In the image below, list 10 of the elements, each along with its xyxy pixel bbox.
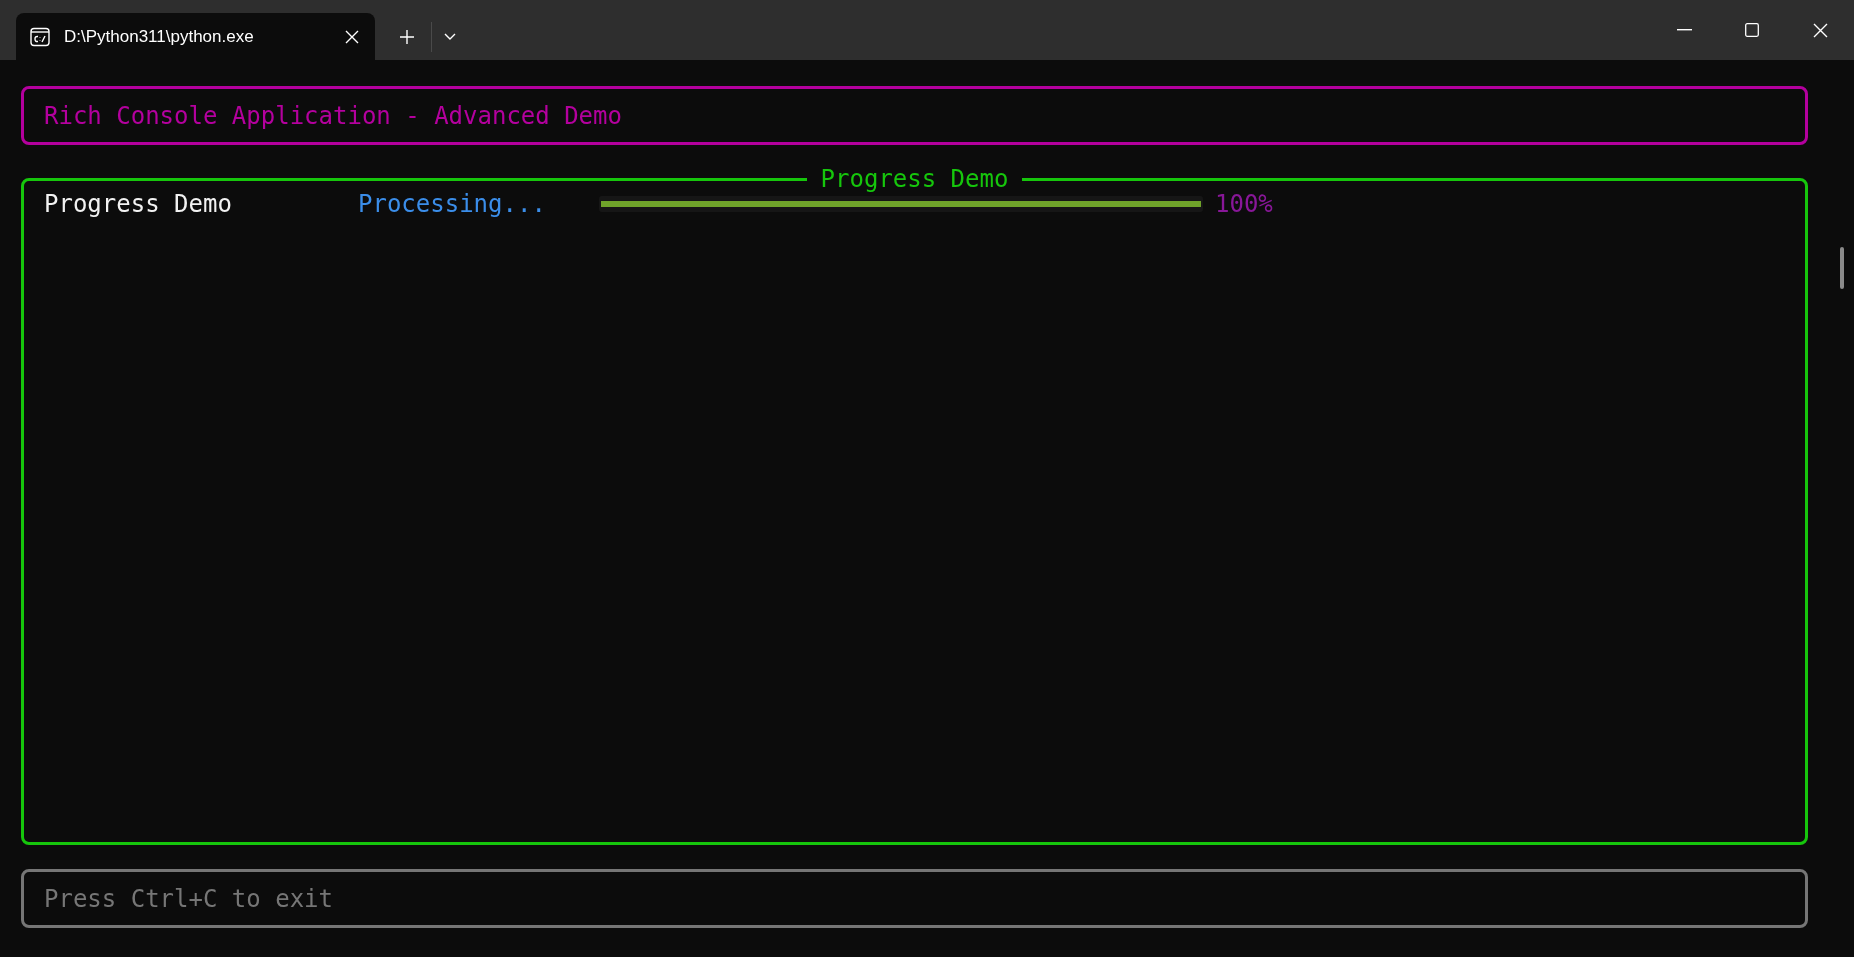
task-percent: 100% (1215, 190, 1274, 218)
scrollbar-thumb[interactable] (1840, 247, 1844, 289)
console-icon (30, 26, 50, 47)
close-icon[interactable] (345, 29, 359, 44)
task-name: Progress Demo (44, 190, 233, 218)
terminal-tab[interactable]: D:\Python311\python.exe (16, 13, 375, 60)
exit-hint: Press Ctrl+C to exit (44, 884, 333, 913)
tab-title: D:\Python311\python.exe (64, 26, 255, 47)
header-title: Rich Console Application - Advanced Demo (44, 101, 622, 130)
task-status: Processing... (358, 190, 547, 218)
